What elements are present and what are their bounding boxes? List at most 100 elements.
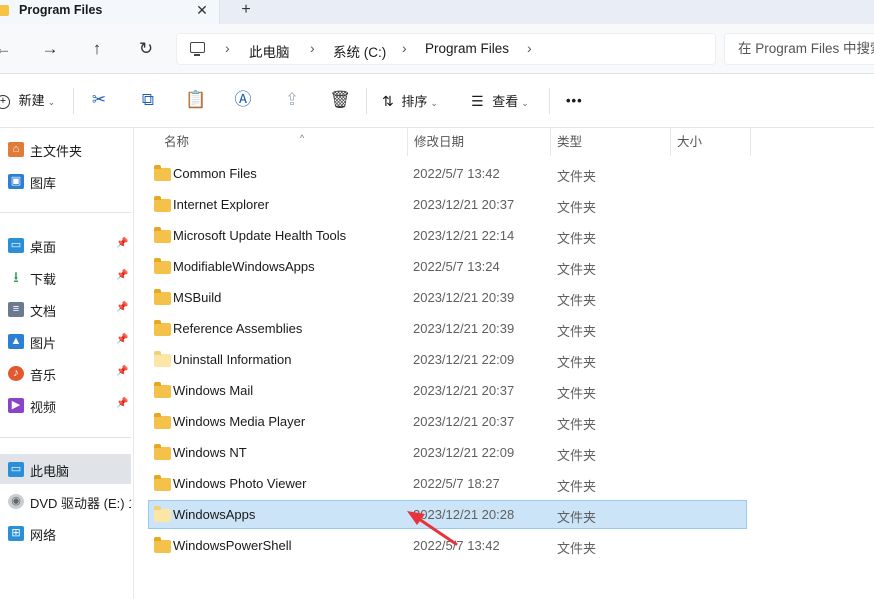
pin-icon[interactable]: 📌 — [116, 334, 128, 345]
network-icon: ⊞ — [8, 526, 24, 541]
folder-icon — [154, 165, 171, 181]
file-name: Common Files — [173, 166, 257, 181]
sidebar-item-videos[interactable]: ▶ 视频 📌 — [0, 390, 131, 420]
folder-icon — [154, 258, 171, 274]
breadcrumb-system-drive[interactable]: 系统 (C:) — [333, 41, 386, 61]
cut-icon[interactable]: ✂ — [88, 89, 110, 111]
folder-icon — [154, 506, 171, 522]
table-row[interactable]: Windows Media Player 2023/12/21 20:37 文件夹 — [148, 407, 747, 436]
home-icon: ⌂ — [8, 142, 24, 157]
folder-icon — [154, 227, 171, 243]
sort-label: 排序 — [401, 94, 428, 109]
address-bar-row: ← → ↑ ↻ › 此电脑 › 系统 (C:) › Program Files … — [0, 24, 874, 74]
file-type: 文件夹 — [557, 200, 597, 215]
sidebar-item-dvd-drive[interactable]: ◉ DVD 驱动器 (E:) 16 — [0, 486, 131, 516]
sort-button[interactable]: ⇅ 排序 ⌄ — [382, 90, 438, 112]
file-name: Windows Photo Viewer — [173, 476, 307, 491]
pin-icon[interactable]: 📌 — [116, 366, 128, 377]
breadcrumb-this-pc[interactable]: 此电脑 — [249, 41, 290, 61]
view-button[interactable]: ☰ 查看 ⌄ — [471, 90, 529, 112]
table-row[interactable]: Microsoft Update Health Tools 2023/12/21 … — [148, 221, 747, 250]
table-row[interactable]: MSBuild 2023/12/21 20:39 文件夹 — [148, 283, 747, 312]
table-row[interactable]: Windows Photo Viewer 2022/5/7 18:27 文件夹 — [148, 469, 747, 498]
sidebar-item-pictures[interactable]: ▲ 图片 📌 — [0, 326, 131, 356]
new-button[interactable]: + 新建 ⌄ — [0, 90, 55, 112]
file-name: Microsoft Update Health Tools — [173, 228, 347, 243]
table-row[interactable]: Reference Assemblies 2023/12/21 20:39 文件夹 — [148, 314, 747, 343]
paste-icon[interactable]: 📋 — [185, 89, 207, 111]
dvd-icon: ◉ — [8, 494, 24, 509]
chevron-down-icon: ⌄ — [47, 97, 56, 107]
file-type: 文件夹 — [557, 293, 597, 308]
file-date: 2023/12/21 20:39 — [413, 321, 515, 336]
column-header-date[interactable]: 修改日期 — [408, 128, 551, 156]
chevron-down-icon: ⌄ — [521, 98, 529, 108]
breadcrumb-program-files[interactable]: Program Files — [425, 41, 509, 56]
sidebar-item-desktop[interactable]: ▭ 桌面 📌 — [0, 230, 131, 260]
more-options-button[interactable]: ••• — [566, 90, 583, 112]
sidebar-item-label: 桌面 — [30, 240, 57, 255]
document-icon: ≡ — [8, 302, 24, 317]
up-button[interactable]: ↑ — [86, 38, 108, 60]
file-date: 2022/5/7 13:42 — [413, 166, 500, 181]
tab-program-files[interactable]: Program Files ✕ — [0, 0, 220, 24]
view-label: 查看 — [492, 94, 519, 109]
forward-button[interactable]: → — [39, 38, 61, 60]
sidebar-item-documents[interactable]: ≡ 文档 📌 — [0, 294, 131, 324]
chevron-down-icon: ⌄ — [430, 98, 438, 108]
video-icon: ▶ — [8, 398, 24, 413]
sort-ascending-icon: ^ — [300, 133, 305, 143]
search-input[interactable] — [738, 41, 874, 56]
table-row[interactable]: Windows Mail 2023/12/21 20:37 文件夹 — [148, 376, 747, 405]
file-type: 文件夹 — [557, 417, 597, 432]
sidebar-item-music[interactable]: ♪ 音乐 📌 — [0, 358, 131, 388]
search-box[interactable] — [724, 33, 874, 65]
folder-icon — [154, 475, 171, 491]
table-row[interactable]: Internet Explorer 2023/12/21 20:37 文件夹 — [148, 190, 747, 219]
table-row[interactable]: ModifiableWindowsApps 2022/5/7 13:24 文件夹 — [148, 252, 747, 281]
folder-icon — [154, 320, 171, 336]
view-icon: ☰ — [471, 93, 484, 109]
sidebar-item-label: 此电脑 — [30, 464, 70, 479]
plus-circle-icon: + — [0, 94, 10, 109]
copy-icon[interactable]: ⧉ — [137, 89, 159, 111]
chevron-right-icon: › — [310, 40, 315, 56]
new-tab-button[interactable]: + — [236, 1, 256, 21]
computer-icon: ▭ — [8, 462, 24, 477]
file-list: 名称 ^ 修改日期 类型 大小 Common Files 2022/5/7 13:… — [134, 128, 874, 599]
column-header-name[interactable]: 名称 ^ — [158, 128, 408, 156]
pin-icon[interactable]: 📌 — [116, 238, 128, 249]
close-tab-button[interactable]: ✕ — [193, 1, 211, 19]
column-header-type[interactable]: 类型 — [551, 128, 671, 156]
table-row[interactable]: Common Files 2022/5/7 13:42 文件夹 — [148, 159, 747, 188]
divider — [73, 88, 74, 114]
folder-icon — [154, 444, 171, 460]
file-name: MSBuild — [173, 290, 222, 305]
back-button[interactable]: ← — [0, 38, 14, 60]
sidebar-item-label: 图片 — [30, 336, 57, 351]
sidebar-item-network[interactable]: ⊞ 网络 — [0, 518, 131, 548]
refresh-button[interactable]: ↻ — [135, 38, 157, 60]
sidebar-item-this-pc[interactable]: ▭ 此电脑 — [0, 454, 131, 484]
pin-icon[interactable]: 📌 — [116, 270, 128, 281]
pin-icon[interactable]: 📌 — [116, 302, 128, 313]
file-date: 2023/12/21 20:37 — [413, 414, 515, 429]
breadcrumb[interactable]: › 此电脑 › 系统 (C:) › Program Files › — [176, 33, 716, 65]
file-date: 2022/5/7 18:27 — [413, 476, 500, 491]
sidebar-item-label: 下载 — [30, 272, 57, 287]
sidebar-item-gallery[interactable]: ▣ 图库 — [0, 166, 131, 196]
gallery-icon: ▣ — [8, 174, 24, 189]
sidebar-item-downloads[interactable]: ⭳ 下载 📌 — [0, 262, 131, 292]
share-icon[interactable]: ⇪ — [281, 89, 303, 111]
file-date: 2023/12/21 20:39 — [413, 290, 515, 305]
delete-icon[interactable]: 🗑 — [329, 89, 351, 111]
pin-icon[interactable]: 📌 — [116, 398, 128, 409]
folder-icon — [154, 382, 171, 398]
sidebar-item-label: 主文件夹 — [30, 144, 83, 159]
column-header-size[interactable]: 大小 — [671, 128, 751, 156]
file-date: 2023/12/21 22:09 — [413, 352, 515, 367]
rename-icon[interactable]: Ⓐ — [232, 89, 254, 111]
sidebar-item-home[interactable]: ⌂ 主文件夹 — [0, 134, 131, 164]
table-row[interactable]: Uninstall Information 2023/12/21 22:09 文件夹 — [148, 345, 747, 374]
table-row[interactable]: Windows NT 2023/12/21 22:09 文件夹 — [148, 438, 747, 467]
